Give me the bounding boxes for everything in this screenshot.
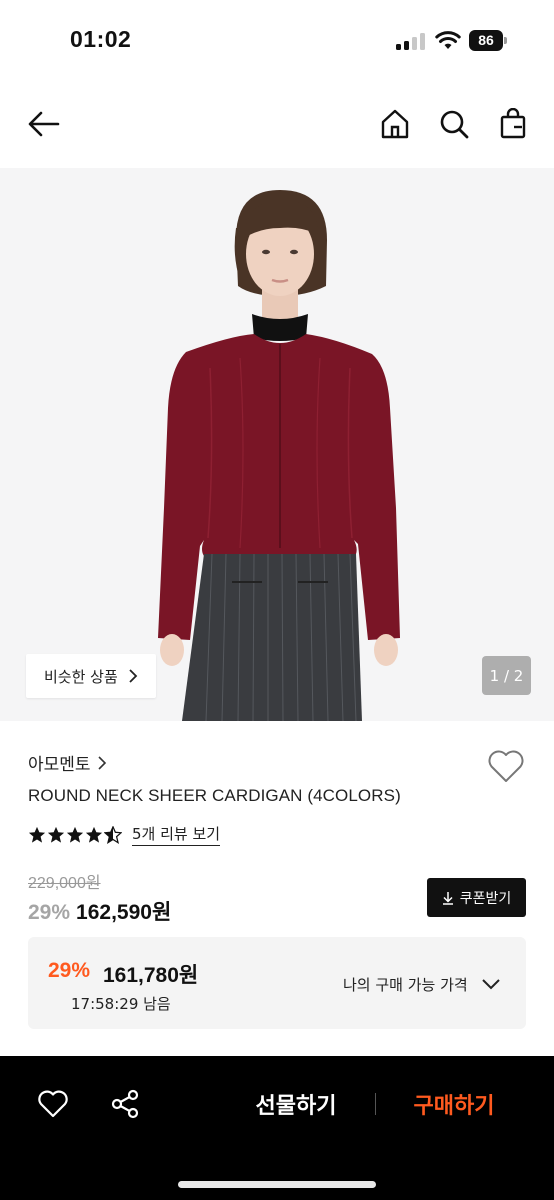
share-icon[interactable] [109, 1088, 141, 1120]
similar-products-button[interactable]: 비슷한 상품 [26, 654, 156, 698]
star-icon [85, 826, 103, 843]
image-counter: 1 / 2 [482, 656, 531, 695]
home-icon[interactable] [377, 106, 413, 142]
shopping-bag-icon[interactable] [495, 106, 531, 142]
status-time: 01:02 [70, 26, 132, 52]
heart-icon[interactable] [487, 748, 525, 784]
sale-price-row: 29% 162,590원 [28, 896, 171, 926]
half-star-icon [104, 825, 122, 844]
product-image[interactable]: 비슷한 상품 1 / 2 [0, 168, 554, 721]
chevron-down-icon [482, 979, 500, 990]
star-icon [66, 826, 84, 843]
chevron-right-icon [129, 669, 138, 683]
my-price-box[interactable]: 29% 161,780원 17:58:29 남음 나의 구매 가능 가격 [28, 937, 526, 1029]
countdown-timer: 17:58:29 남음 [71, 995, 171, 1013]
heart-icon[interactable] [37, 1088, 69, 1120]
back-arrow-icon[interactable] [26, 106, 62, 142]
brand-name: 아모멘토 [28, 755, 91, 775]
sale-price: 162,590원 [76, 901, 172, 924]
rating-stars [28, 825, 122, 844]
my-price: 161,780원 [103, 964, 199, 987]
review-link[interactable]: 5개 리뷰 보기 [132, 823, 221, 846]
search-icon[interactable] [436, 106, 472, 142]
download-icon [442, 891, 453, 905]
similar-products-label: 비슷한 상품 [44, 667, 118, 686]
star-icon [28, 826, 46, 843]
original-price: 229,000원 [28, 875, 101, 892]
gift-button[interactable]: 선물하기 [240, 1086, 352, 1122]
top-nav [0, 84, 554, 168]
divider [375, 1093, 376, 1115]
discount-rate: 29% [28, 901, 71, 924]
battery-level: 86 [478, 32, 494, 48]
buy-button[interactable]: 구매하기 [398, 1086, 510, 1122]
cellular-signal-icon [396, 33, 426, 50]
my-price-toggle[interactable]: 나의 구매 가능 가격 [343, 974, 500, 995]
chevron-right-icon [97, 755, 106, 770]
brand-link[interactable]: 아모멘토 [28, 750, 107, 775]
home-indicator[interactable] [178, 1181, 376, 1188]
coupon-button[interactable]: 쿠폰받기 [427, 878, 526, 917]
star-icon [47, 826, 65, 843]
battery-icon: 86 [469, 30, 507, 51]
wifi-icon [435, 31, 461, 49]
bottom-action-bar: 선물하기 구매하기 [0, 1056, 554, 1200]
my-price-label: 나의 구매 가능 가격 [343, 976, 468, 994]
coupon-label: 쿠폰받기 [459, 890, 512, 907]
rating-row: 5개 리뷰 보기 [28, 823, 221, 846]
product-name: ROUND NECK SHEER CARDIGAN (4COLORS) [28, 786, 401, 805]
model-photo [0, 168, 554, 721]
status-bar: 01:02 86 [0, 0, 554, 84]
my-discount-rate: 29% [48, 959, 91, 982]
